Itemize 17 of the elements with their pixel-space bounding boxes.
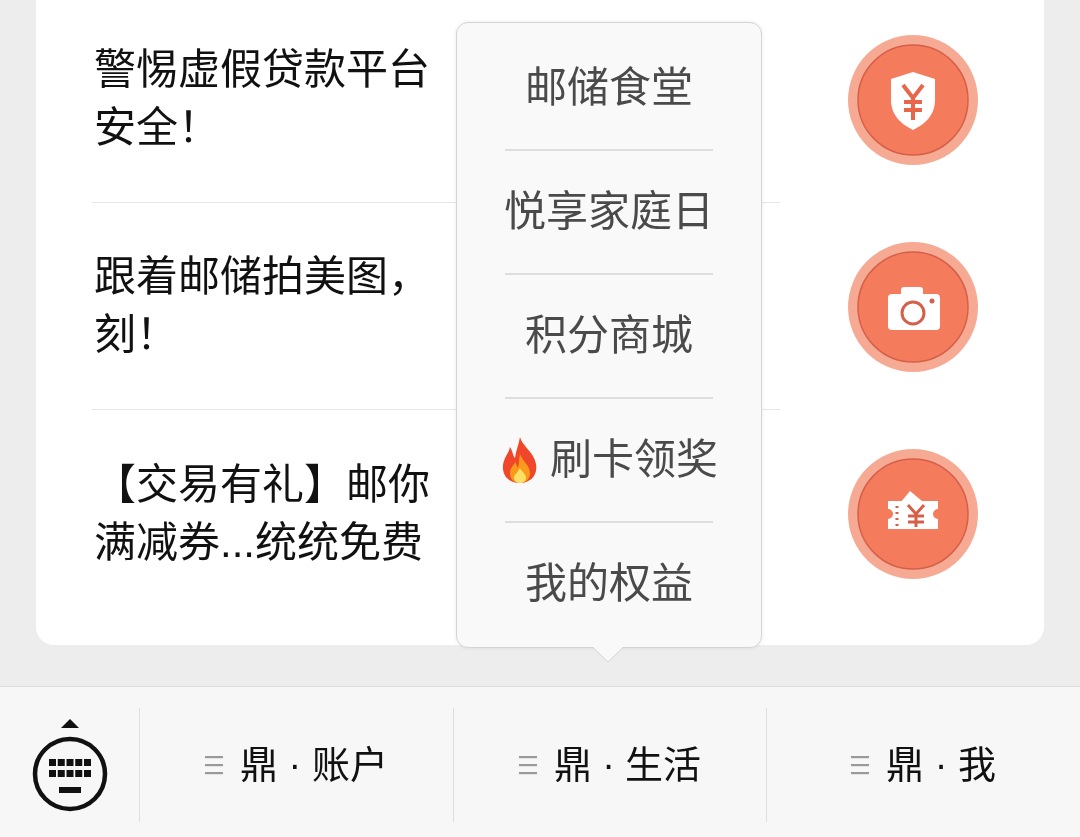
menu-item[interactable]: 悦享家庭日 <box>504 184 714 240</box>
ticket-icon <box>848 448 978 579</box>
news-title[interactable]: 警惕虚假贷款平台 安全！ <box>94 41 430 157</box>
menu-tab[interactable]: 鼎 · 生活 <box>518 740 702 790</box>
menu-item[interactable]: 邮储食堂 <box>525 60 693 116</box>
news-title[interactable]: 跟着邮储拍美图， 刻！ <box>94 248 430 364</box>
menu-tab[interactable]: 鼎 · 我 <box>851 740 997 790</box>
shield-yen-icon <box>848 34 978 165</box>
menu-icon <box>204 755 223 775</box>
menu-tab[interactable]: 鼎 · 账户 <box>204 740 388 790</box>
menu-icon <box>851 755 870 775</box>
news-title[interactable]: 【交易有礼】邮你 满减券...统统免费 <box>94 455 430 572</box>
menu-item[interactable]: 刷卡领奖 <box>500 432 718 488</box>
menu-icon <box>518 755 537 775</box>
menu-item[interactable]: 我的权益 <box>525 556 693 612</box>
camera-icon <box>848 241 978 372</box>
menu-item[interactable]: 积分商城 <box>525 308 693 364</box>
